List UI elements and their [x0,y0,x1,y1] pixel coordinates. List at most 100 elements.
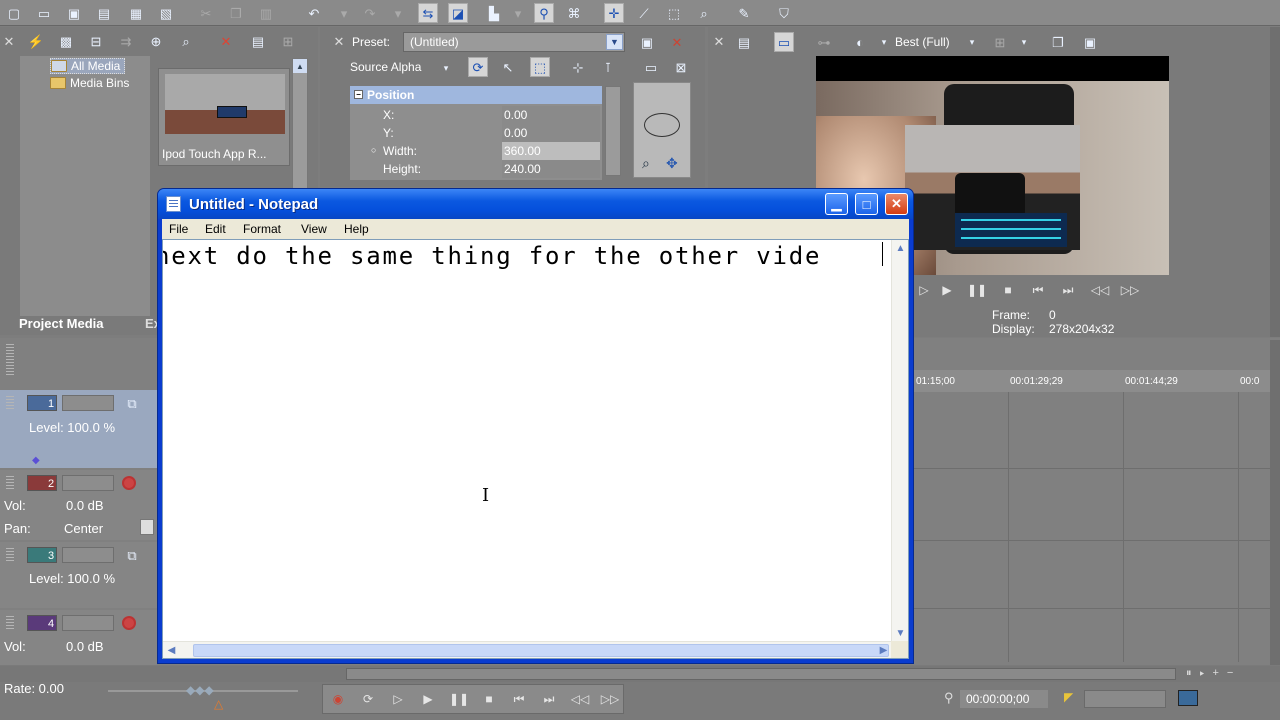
scroll-up-icon[interactable]: ▲ [892,240,908,257]
grid-icon[interactable]: ⊞ [990,32,1010,52]
trim-icon[interactable]: ⛉ [774,3,794,23]
forward-icon[interactable]: ⇉ [116,31,136,51]
prev-frame-icon[interactable]: ⏮ [1027,281,1049,299]
maximize-icon[interactable]: □ [855,193,878,215]
preview-quality-dropdown[interactable]: Best (Full) [895,35,950,49]
prop-row-width[interactable]: ○ Width: 360.00 [350,142,602,160]
close-icon[interactable]: ✕ [885,193,908,215]
preview-properties-icon[interactable]: ▤ [734,32,754,52]
stop-icon[interactable]: ■ [478,690,500,708]
track-level[interactable]: Level: 100.0 % [29,420,115,435]
delete-preset-icon[interactable]: ✕ [667,32,687,52]
paste-icon[interactable]: ▥ [256,3,276,23]
save-icon[interactable]: ▣ [64,3,84,23]
zoom-controls[interactable]: ⏸▸+− [1186,667,1276,681]
pause-icon[interactable]: ❚❚ [448,690,470,708]
menu-view[interactable]: View [301,222,327,236]
copy-icon[interactable]: ❐ [226,3,246,23]
tree-item-all-media[interactable]: All Media [50,58,126,74]
hscroll-thumb[interactable] [193,644,889,657]
rotate-icon[interactable]: ⟳ [468,57,488,77]
fit-icon[interactable]: ⊠ [671,57,691,77]
chevron-down-icon[interactable]: ▼ [606,34,623,50]
play-from-start-icon[interactable]: ▷ [913,281,935,299]
selection-edit-icon[interactable]: ⬚ [664,3,684,23]
zoom-icon[interactable]: ⌕ [642,155,650,172]
media-fx-icon[interactable]: ⊞ [278,31,298,51]
close-panel-icon[interactable]: ✕ [2,31,16,51]
cut-icon[interactable]: ✂ [196,3,216,23]
redo-dropdown-icon[interactable]: ▾ [388,3,408,23]
chevron-down-icon[interactable]: ▾ [1014,32,1034,52]
loop-icon[interactable]: ⟳ [357,690,379,708]
track-grip[interactable] [6,616,14,630]
rate-slider-handle[interactable]: ◆◆◆ [186,683,214,697]
ignore-grouping-icon[interactable]: ⌘ [564,3,584,23]
resize-grip[interactable] [891,641,908,658]
snap-icon[interactable]: ⇆ [418,3,438,23]
menu-edit[interactable]: Edit [205,222,226,236]
prop-value[interactable]: 360.00 [502,142,600,160]
tab-project-media[interactable]: Project Media [19,316,104,331]
play-icon[interactable]: ▶ [417,690,439,708]
envelope-edit-icon[interactable]: ⟋ [634,3,654,23]
properties-icon[interactable]: ▧ [156,3,176,23]
play-from-start-icon[interactable]: ▷ [387,690,409,708]
expand-icon[interactable]: ◆ [32,455,40,466]
pause-icon[interactable]: ❚❚ [966,281,988,299]
timeline-grip[interactable] [6,344,14,376]
scroll-left-icon[interactable]: ◀ [163,642,180,658]
play-icon[interactable]: ▶ [936,281,958,299]
split-icon[interactable]: ✎ [734,3,754,23]
prop-row-x[interactable]: X: 0.00 [350,106,602,124]
track-level[interactable]: Level: 100.0 % [29,571,115,586]
position-section-header[interactable]: − Position [350,86,602,104]
capture-icon[interactable]: ▩ [56,31,76,51]
prop-row-height[interactable]: Height: 240.00 [350,160,602,178]
go-to-end-icon[interactable]: ⏭ [538,690,560,708]
save-snapshot-icon[interactable]: ▣ [1080,32,1100,52]
get-media-icon[interactable]: ⊟ [86,31,106,51]
vol-value[interactable]: 0.0 dB [66,639,104,654]
undo-dropdown-icon[interactable]: ▾ [334,3,354,23]
save-as-icon[interactable]: ▤ [94,3,114,23]
track-grip[interactable] [6,476,14,490]
collapse-icon[interactable]: − [354,90,363,99]
notepad-hscrollbar[interactable]: ◀ ▶ [163,641,892,658]
render-icon[interactable]: ▦ [126,3,146,23]
normal-edit-icon[interactable]: ✛ [604,3,624,23]
redo-icon[interactable]: ↷ [360,3,380,23]
notepad-window[interactable]: Untitled - Notepad ▁ □ ✕ File Edit Forma… [157,188,914,664]
sync-cursor-icon[interactable]: ▭ [641,57,661,77]
pan-crop-workspace[interactable]: ⌕ ✥ [633,82,691,178]
track-name-field[interactable] [62,547,114,563]
notepad-vscrollbar[interactable]: ▲ ▼ [891,240,908,642]
notepad-titlebar[interactable]: Untitled - Notepad ▁ □ ✕ [158,189,913,219]
next-frame-icon[interactable]: ▷▷ [599,690,621,708]
selection-length-field[interactable] [1084,690,1166,708]
next-frame-icon[interactable]: ⏭ [1057,281,1079,299]
arm-record-icon[interactable] [122,476,136,490]
scroll-down-icon[interactable]: ▼ [892,625,908,642]
track-motion-icon[interactable]: ⧉ [122,545,142,565]
prop-value[interactable]: 240.00 [502,160,600,178]
chevron-down-icon[interactable]: ▾ [962,32,982,52]
open-icon[interactable]: ▭ [34,3,54,23]
properties-scrollbar[interactable] [605,86,621,176]
new-icon[interactable]: ▢ [4,3,24,23]
notepad-text[interactable]: next do the same thing for the other vid… [163,242,821,270]
media-properties-icon[interactable]: ▤ [248,31,268,51]
menu-help[interactable]: Help [344,222,369,236]
track-grip[interactable] [6,548,14,562]
menu-format[interactable]: Format [243,222,281,236]
arm-record-icon[interactable] [122,616,136,630]
zoom-edit-icon[interactable]: ⌕ [694,3,714,23]
lock-envelopes-icon[interactable]: ⚲ [534,3,554,23]
move-in-space-icon[interactable]: ⬚ [530,57,550,77]
scroll-up-icon[interactable]: ▲ [293,59,307,73]
tree-item-media-bins[interactable]: Media Bins [50,75,129,91]
snap-to-grid-icon[interactable]: ⊹ [568,57,588,77]
timecode-display[interactable]: 00:00:00;00 [960,690,1048,708]
source-alpha-dropdown[interactable]: Source Alpha [350,60,421,74]
ripple-icon[interactable]: ▙ [484,3,504,23]
